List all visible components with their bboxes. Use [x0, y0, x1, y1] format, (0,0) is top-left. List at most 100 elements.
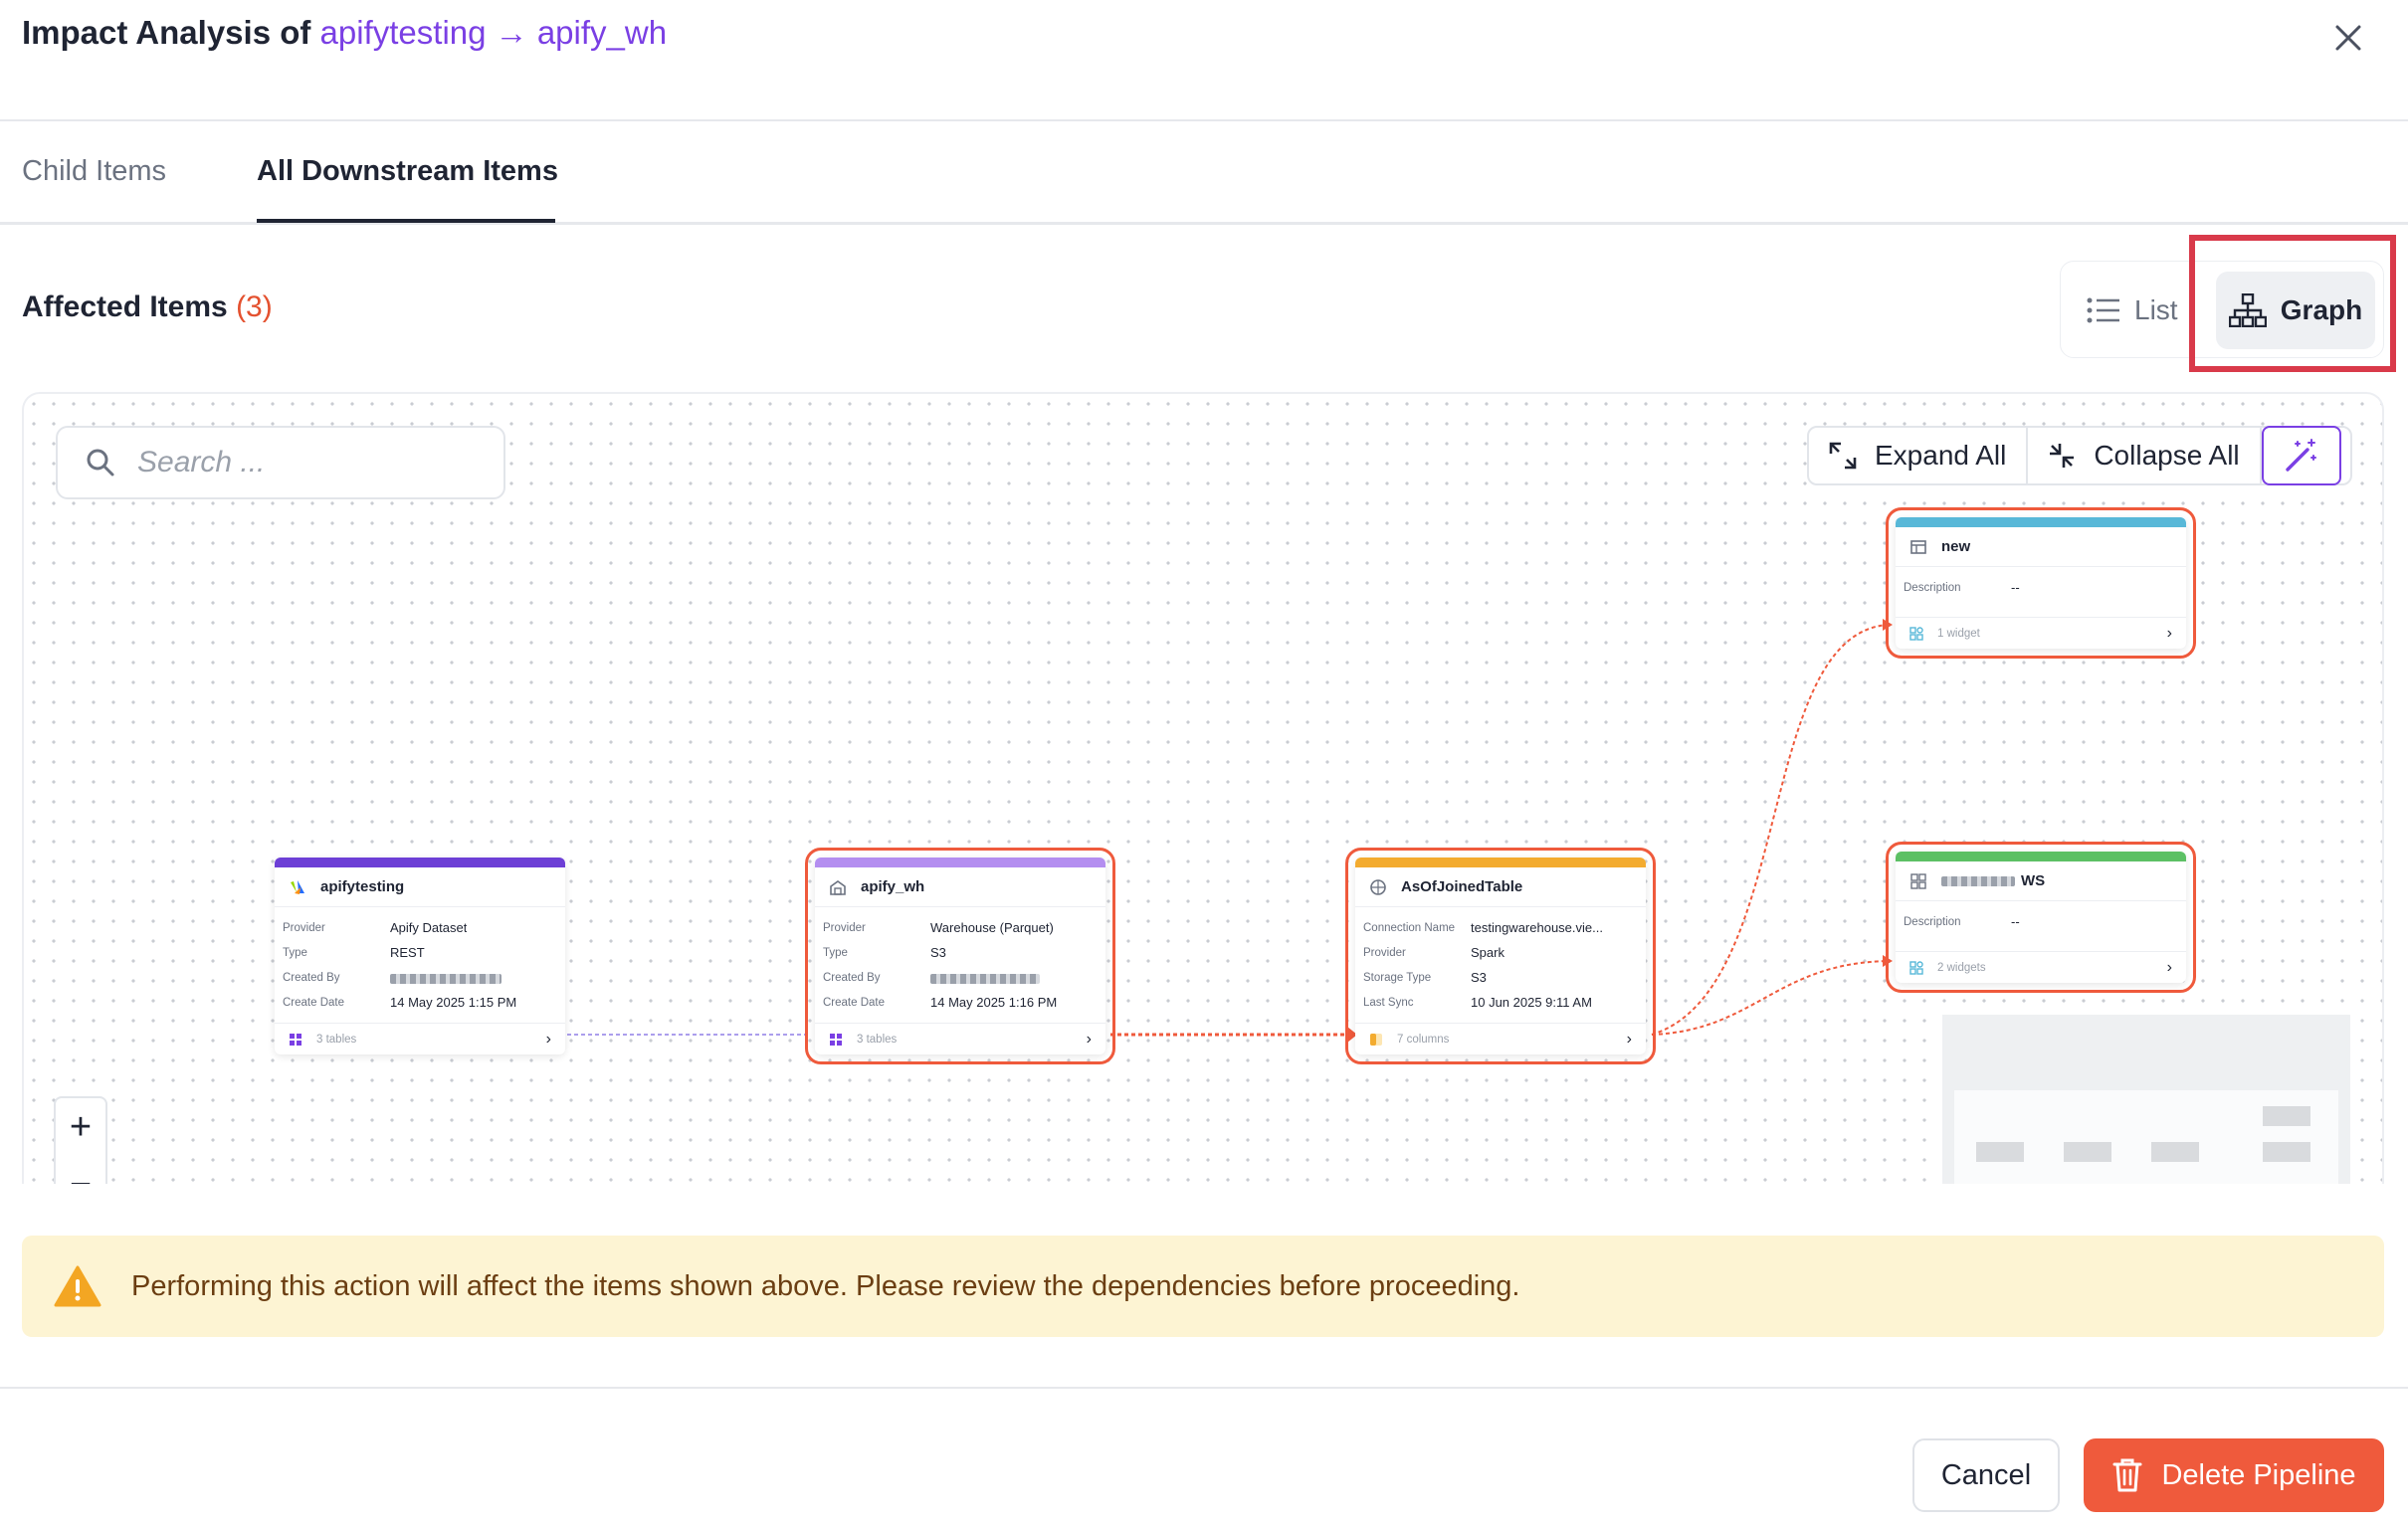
node-field-value: Spark — [1471, 945, 1505, 960]
affected-items-label: Affected Items — [22, 290, 228, 323]
graph-button-highlight — [2189, 235, 2396, 372]
dialog-header: Impact Analysis of apifytesting → apify_… — [0, 0, 2408, 121]
node-footer-label: 3 tables — [316, 1033, 357, 1046]
node-field-label: Provider — [283, 921, 325, 934]
chevron-right-icon: › — [1626, 1030, 1632, 1048]
node-apifytesting[interactable]: apifytesting Provider Apify Dataset Type R… — [275, 858, 565, 1054]
node-field-label: Created By — [283, 971, 340, 984]
node-field-label: Type — [823, 946, 848, 959]
node-new[interactable]: new Description -- 1 widget › — [1886, 507, 2196, 659]
warehouse-icon — [830, 879, 846, 895]
tab-all-downstream-items[interactable]: All Downstream Items — [257, 155, 558, 188]
title-prefix: Impact Analysis of — [22, 14, 311, 51]
node-title: WS — [2021, 872, 2046, 889]
node-field-label: Create Date — [283, 996, 345, 1009]
node-field-label: Create Date — [823, 996, 886, 1009]
collapse-icon — [2050, 444, 2075, 468]
node-field-value-redacted — [930, 970, 1040, 985]
list-icon — [2087, 297, 2119, 323]
node-color-bar — [275, 858, 565, 867]
tab-child-items[interactable]: Child Items — [22, 155, 166, 188]
node-field-value: testingwarehouse.vie... — [1471, 920, 1603, 935]
minimap-node — [2263, 1142, 2310, 1162]
node-field-label: Connection Name — [1363, 921, 1456, 934]
node-header: apifytesting — [275, 867, 565, 907]
node-footer[interactable]: 3 tables › — [815, 1023, 1105, 1054]
widget-icon — [1909, 960, 1923, 975]
node-footer-label: 7 columns — [1397, 1033, 1450, 1046]
expand-icon — [1829, 442, 1857, 470]
node-field-value: 14 May 2025 1:16 PM — [930, 995, 1058, 1010]
table-icon — [1370, 878, 1386, 895]
node-title: apify_wh — [861, 878, 925, 895]
node-field-value: S3 — [1471, 970, 1487, 985]
edge-asof-to-ws — [1651, 960, 1890, 1036]
node-color-bar — [815, 858, 1105, 867]
zoom-in-button[interactable]: + — [56, 1098, 105, 1156]
chevron-right-icon: › — [2166, 624, 2172, 642]
node-field-label: Description — [1904, 581, 1961, 594]
node-footer[interactable]: 7 columns › — [1355, 1023, 1646, 1054]
node-title: new — [1941, 538, 1971, 555]
widget-icon — [1909, 626, 1923, 641]
search-input[interactable] — [137, 446, 476, 479]
node-field-value: REST — [390, 945, 425, 960]
affected-items-count: (3) — [236, 290, 273, 323]
collapse-all-button[interactable]: Collapse All — [2028, 428, 2262, 483]
warning-icon — [54, 1265, 101, 1307]
dialog-title: Impact Analysis of apifytesting → apify_… — [22, 14, 667, 52]
graph-minimap[interactable] — [1942, 1015, 2350, 1184]
title-target: apify_wh — [536, 14, 668, 51]
graph-canvas[interactable]: Expand All Collapse All apifytesting Pro… — [22, 392, 2384, 1184]
node-color-bar — [1896, 517, 2186, 527]
node-field-value-redacted — [390, 970, 502, 985]
node-header: apify_wh — [815, 867, 1105, 907]
active-tab-indicator — [257, 219, 555, 223]
node-field-value: -- — [2011, 914, 2020, 929]
list-view-button[interactable]: List — [2087, 282, 2178, 339]
expand-all-button[interactable]: Expand All — [1809, 428, 2029, 483]
zoom-out-button[interactable]: − — [56, 1156, 105, 1185]
node-apify-wh[interactable]: apify_wh Provider Warehouse (Parquet) Typ… — [805, 848, 1115, 1064]
graph-search[interactable] — [56, 426, 505, 499]
node-field-label: Last Sync — [1363, 996, 1414, 1009]
delete-pipeline-button[interactable]: Delete Pipeline — [2084, 1438, 2384, 1512]
chevron-right-icon: › — [2166, 958, 2172, 976]
minimap-node — [2151, 1142, 2199, 1162]
node-field-value: 10 Jun 2025 9:11 AM — [1471, 995, 1592, 1010]
node-footer[interactable]: 1 widget › — [1896, 617, 2186, 649]
cancel-button[interactable]: Cancel — [1912, 1438, 2060, 1512]
node-title: AsOfJoinedTable — [1401, 878, 1523, 895]
node-footer-label: 2 widgets — [1937, 961, 1986, 974]
node-ws[interactable]: WS Description -- 2 widgets › — [1886, 842, 2196, 993]
zoom-controls: + − — [54, 1096, 107, 1184]
close-icon — [2335, 25, 2361, 51]
node-field-value: Warehouse (Parquet) — [930, 920, 1054, 935]
title-source: apifytesting — [319, 14, 487, 51]
node-header: AsOfJoinedTable — [1355, 867, 1646, 907]
minimap-node — [2263, 1106, 2310, 1126]
node-field-value: Apify Dataset — [390, 920, 468, 935]
auto-layout-button[interactable] — [2261, 426, 2341, 485]
worksheet-icon — [1910, 539, 1926, 554]
minimap-node — [2064, 1142, 2111, 1162]
tables-icon — [290, 1033, 301, 1046]
apify-logo-icon — [291, 879, 304, 894]
node-footer[interactable]: 2 widgets › — [1896, 951, 2186, 983]
node-field-label: Provider — [823, 921, 866, 934]
node-color-bar — [1896, 852, 2186, 861]
title-arrow: → — [495, 14, 528, 51]
chevron-right-icon: › — [545, 1030, 551, 1048]
edge-new-arrowhead — [1883, 619, 1893, 631]
close-button[interactable] — [2328, 18, 2368, 58]
node-asofjoinedtable[interactable]: AsOfJoinedTable Connection Name testingwa… — [1345, 848, 1656, 1064]
edge-asof-to-new — [1651, 624, 1890, 1036]
node-field-label: Description — [1904, 915, 1961, 928]
tables-icon — [830, 1033, 842, 1046]
chevron-right-icon: › — [1086, 1030, 1092, 1048]
node-footer[interactable]: 3 tables › — [275, 1023, 565, 1054]
node-field-label: Type — [283, 946, 307, 959]
graph-toolbar: Expand All Collapse All — [1807, 426, 2352, 485]
minimap-node — [1976, 1142, 2024, 1162]
minimap-viewport — [1954, 1090, 2338, 1184]
